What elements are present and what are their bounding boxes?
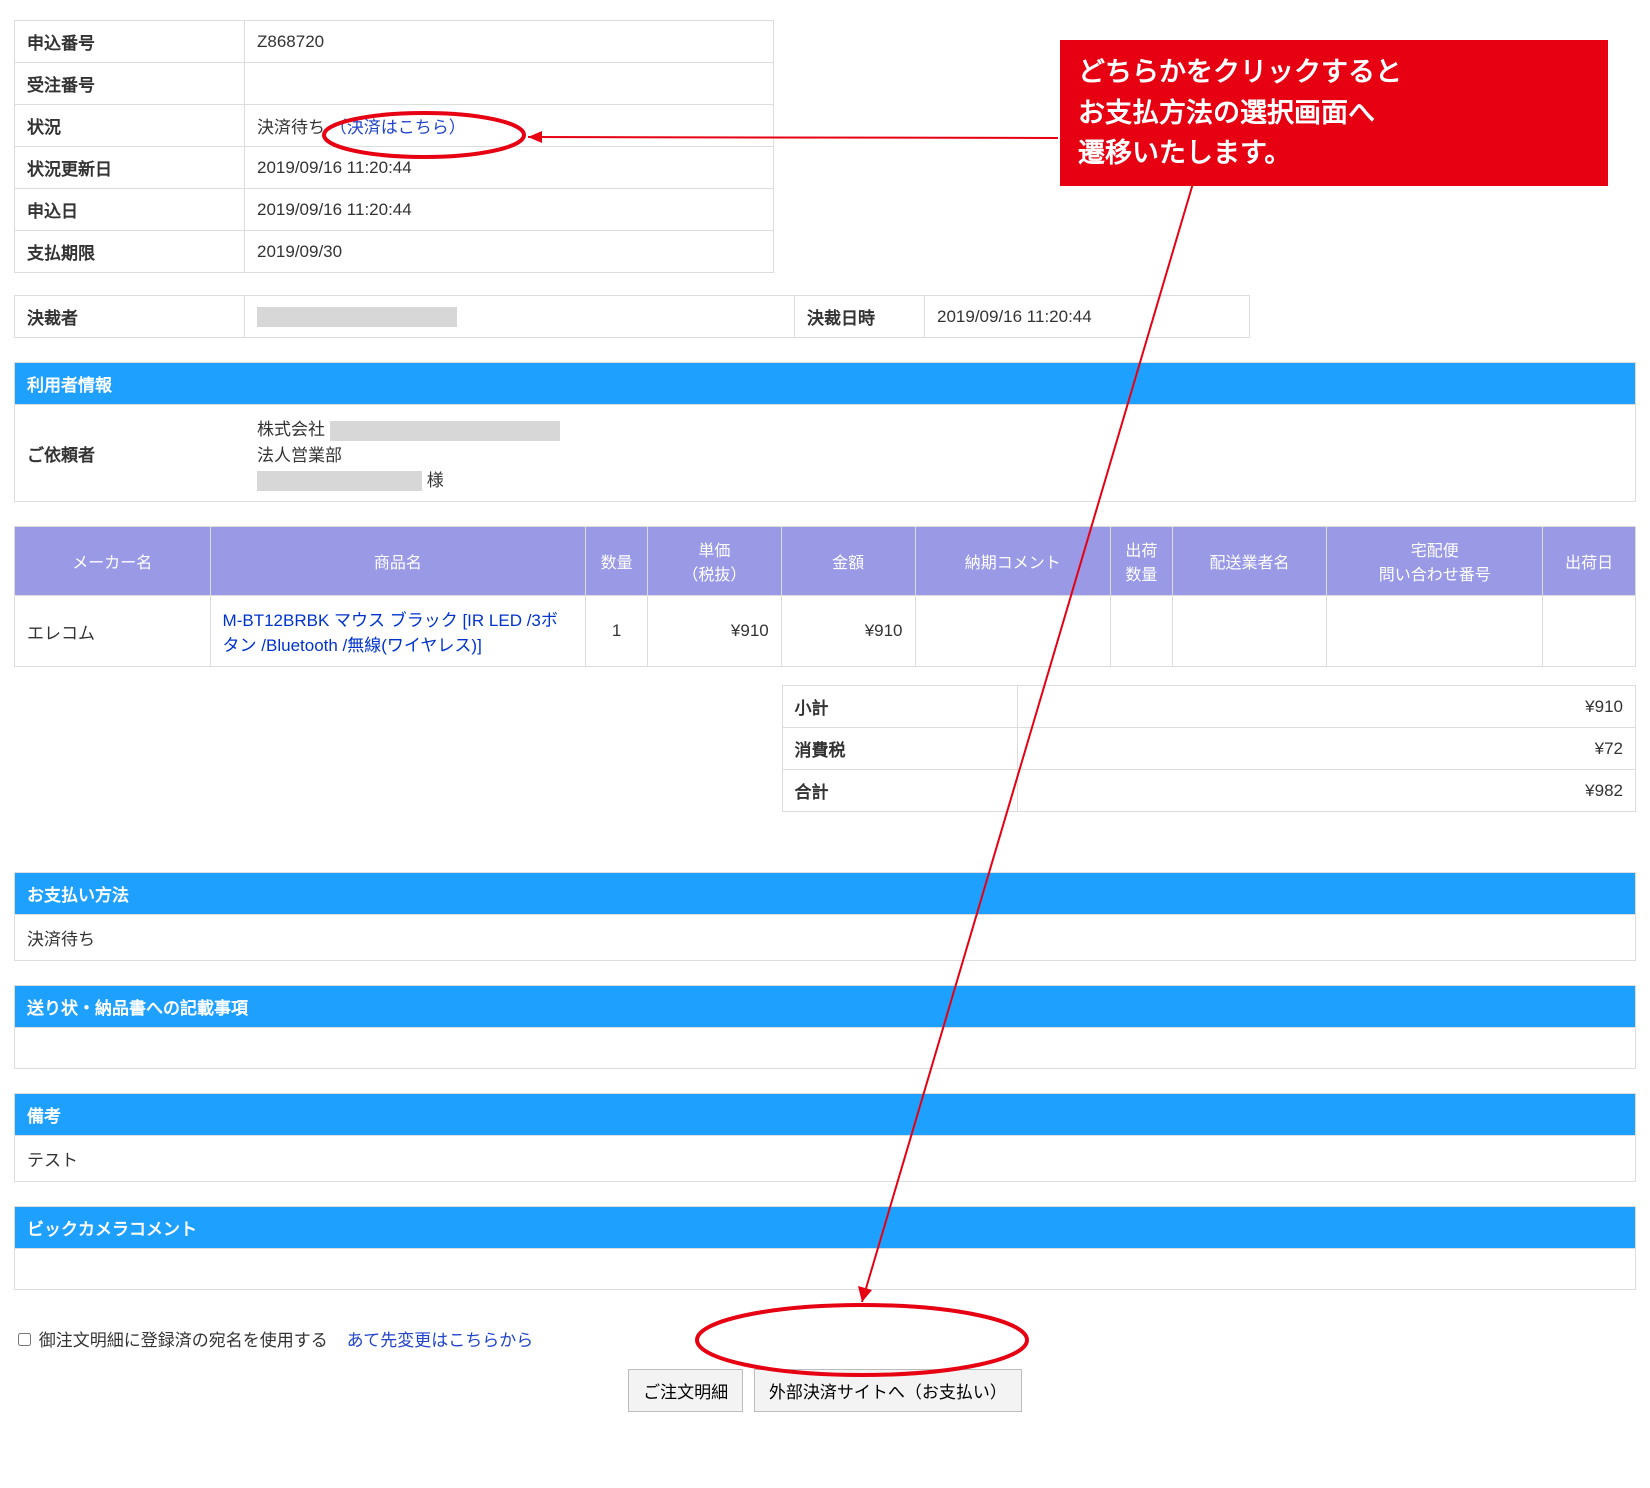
pay-deadline-label: 支払期限	[15, 231, 245, 273]
status-update-label: 状況更新日	[15, 147, 245, 189]
options-row: 御注文明細に登録済の宛名を使用する あて先変更はこちらから	[14, 1326, 1636, 1351]
callout-line: どちらかをクリックすると	[1078, 52, 1590, 93]
order-detail-button[interactable]: ご注文明細	[628, 1369, 743, 1412]
bic-comment-value	[14, 1249, 1636, 1290]
pay-deadline-value: 2019/09/30	[245, 231, 774, 273]
order-no-value	[245, 63, 774, 105]
section-delivery-notes: 送り状・納品書への記載事項	[14, 985, 1636, 1028]
total-label: 合計	[782, 770, 1017, 812]
apply-date-label: 申込日	[15, 189, 245, 231]
payment-link[interactable]: （決済はこちら）	[330, 118, 466, 137]
company-prefix: 株式会社	[257, 420, 325, 439]
approver-table: 決裁者 決裁日時 2019/09/16 11:20:44	[14, 295, 1250, 338]
honorific: 様	[427, 471, 444, 490]
approval-datetime-value: 2019/09/16 11:20:44	[925, 296, 1250, 338]
cell-tracking	[1327, 596, 1543, 667]
status-label: 状況	[15, 105, 245, 147]
cell-amount: ¥910	[781, 596, 915, 667]
col-name: 商品名	[210, 527, 586, 596]
redacted-box	[330, 421, 560, 441]
section-user-info: 利用者情報	[14, 362, 1636, 405]
total-value: ¥982	[1017, 770, 1636, 812]
status-update-value: 2019/09/16 11:20:44	[245, 147, 774, 189]
subtotal-value: ¥910	[1017, 686, 1636, 728]
section-payment-method: お支払い方法	[14, 872, 1636, 915]
payment-method-value: 決済待ち	[14, 915, 1636, 961]
approval-datetime-label: 決裁日時	[795, 296, 925, 338]
col-carrier: 配送業者名	[1172, 527, 1326, 596]
table-row: エレコム M-BT12BRBK マウス ブラック [IR LED /3ボタン /…	[15, 596, 1636, 667]
section-remarks: 備考	[14, 1093, 1636, 1136]
external-payment-button[interactable]: 外部決済サイトへ（お支払い）	[754, 1369, 1022, 1412]
application-no-label: 申込番号	[15, 21, 245, 63]
approver-label: 決裁者	[15, 296, 245, 338]
status-text: 決済待ち	[257, 118, 325, 137]
application-no-value: Z868720	[245, 21, 774, 63]
instruction-callout: どちらかをクリックすると お支払方法の選択画面へ 遷移いたします。	[1060, 40, 1608, 186]
cell-maker: エレコム	[15, 596, 211, 667]
cell-delivery-comment	[915, 596, 1111, 667]
tax-value: ¥72	[1017, 728, 1636, 770]
use-registered-address-checkbox[interactable]	[18, 1333, 31, 1346]
order-no-label: 受注番号	[15, 63, 245, 105]
col-maker: メーカー名	[15, 527, 211, 596]
subtotal-label: 小計	[782, 686, 1017, 728]
col-amount: 金額	[781, 527, 915, 596]
col-qty: 数量	[586, 527, 648, 596]
requester-label: ご依頼者	[15, 405, 245, 501]
department: 法人営業部	[257, 441, 1623, 466]
cell-name: M-BT12BRBK マウス ブラック [IR LED /3ボタン /Bluet…	[210, 596, 586, 667]
callout-line: お支払方法の選択画面へ	[1078, 93, 1590, 134]
products-table: メーカー名 商品名 数量 単価 （税抜） 金額 納期コメント 出荷 数量 配送業…	[14, 526, 1636, 667]
col-unit-price: 単価 （税抜）	[647, 527, 781, 596]
cell-ship-date	[1543, 596, 1636, 667]
cell-carrier	[1172, 596, 1326, 667]
user-info-table: ご依頼者 株式会社 法人営業部 様	[15, 405, 1635, 501]
col-delivery-comment: 納期コメント	[915, 527, 1111, 596]
remarks-value: テスト	[14, 1136, 1636, 1182]
redacted-box	[257, 471, 422, 491]
status-value-cell: 決済待ち （決済はこちら）	[245, 105, 774, 147]
redacted-box	[257, 307, 457, 327]
col-tracking: 宅配便 問い合わせ番号	[1327, 527, 1543, 596]
apply-date-value: 2019/09/16 11:20:44	[245, 189, 774, 231]
callout-line: 遷移いたします。	[1078, 133, 1590, 174]
col-ship-date: 出荷日	[1543, 527, 1636, 596]
section-bic-comment: ビックカメラコメント	[14, 1206, 1636, 1249]
requester-value: 株式会社 法人営業部 様	[245, 405, 1635, 501]
cell-ship-qty	[1111, 596, 1173, 667]
approver-value	[245, 296, 795, 338]
product-link[interactable]: M-BT12BRBK マウス ブラック [IR LED /3ボタン /Bluet…	[223, 611, 558, 655]
cell-unit-price: ¥910	[647, 596, 781, 667]
order-info-table: 申込番号 Z868720 受注番号 状況 決済待ち （決済はこちら） 状況更新日…	[14, 20, 774, 273]
change-address-link[interactable]: あて先変更はこちらから	[347, 1331, 534, 1350]
button-row: ご注文明細 外部決済サイトへ（お支払い）	[14, 1369, 1636, 1412]
totals-table: 小計 ¥910 消費税 ¥72 合計 ¥982	[14, 685, 1636, 812]
col-ship-qty: 出荷 数量	[1111, 527, 1173, 596]
cell-qty: 1	[586, 596, 648, 667]
tax-label: 消費税	[782, 728, 1017, 770]
use-registered-address-label: 御注文明細に登録済の宛名を使用する	[39, 1331, 328, 1350]
delivery-notes-value	[14, 1028, 1636, 1069]
